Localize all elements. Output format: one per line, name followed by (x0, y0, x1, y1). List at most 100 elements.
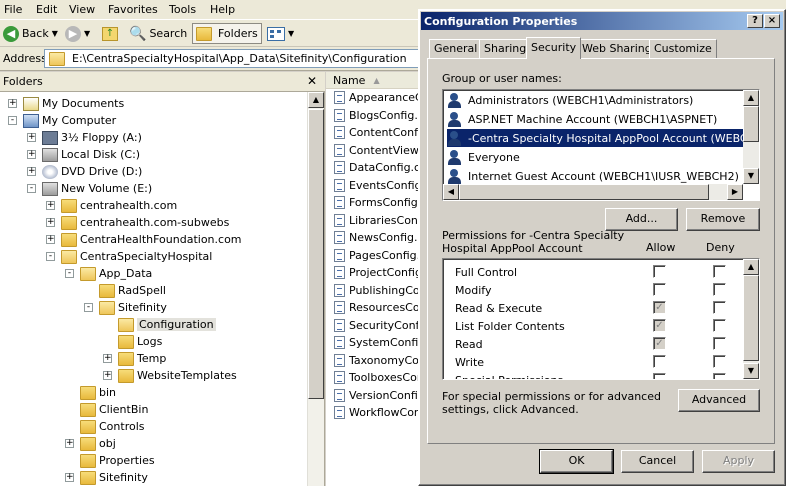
apply-button[interactable]: Apply (702, 450, 775, 473)
dialog-titlebar[interactable]: Configuration Properties ? × (421, 12, 783, 30)
tree-item[interactable]: + CentraHealthFoundation.com (46, 231, 242, 248)
user-list-item[interactable]: ASP.NET Machine Account (WEBCH1\ASPNET) (447, 110, 721, 128)
user-list-item[interactable]: Internet Guest Account (WEBCH1\IUSR_WEBC… (447, 167, 743, 185)
tree-item[interactable]: + WebsiteTemplates (103, 367, 237, 384)
deny-checkbox[interactable] (713, 301, 726, 314)
expand-icon[interactable]: + (46, 235, 55, 244)
menu-file[interactable]: File (4, 3, 22, 16)
permissions-vscrollbar[interactable]: ▲ ▼ (743, 259, 759, 379)
file-item[interactable]: PagesConfig.c (334, 247, 426, 264)
tree-item[interactable]: Properties (65, 452, 155, 469)
tree-item[interactable]: + obj (65, 435, 116, 452)
file-item[interactable]: EventsConfig. (334, 177, 425, 194)
tree-item[interactable]: - Sitefinity (84, 299, 167, 316)
collapse-icon[interactable]: - (46, 252, 55, 261)
file-item[interactable]: SecurityConfig (334, 317, 429, 334)
file-item[interactable]: SystemConfig (334, 334, 425, 351)
allow-checkbox[interactable]: ✓ (653, 337, 666, 350)
back-button[interactable]: ◀ Back ▼ (0, 23, 61, 44)
scroll-right-icon[interactable]: ▶ (727, 184, 743, 200)
menu-help[interactable]: Help (210, 3, 235, 16)
deny-checkbox[interactable] (713, 373, 726, 379)
close-button[interactable]: × (764, 14, 780, 28)
tree-item[interactable]: + centrahealth.com-subwebs (46, 214, 229, 231)
advanced-button[interactable]: Advanced (678, 389, 760, 412)
scroll-down-icon[interactable]: ▼ (743, 168, 759, 184)
scroll-thumb[interactable] (743, 106, 759, 142)
scroll-thumb[interactable] (743, 275, 759, 361)
expand-icon[interactable]: + (65, 439, 74, 448)
expand-icon[interactable]: + (46, 218, 55, 227)
collapse-icon[interactable]: - (84, 303, 93, 312)
tree-item[interactable]: - My Computer (8, 112, 116, 129)
tree-item[interactable]: ClientBin (65, 401, 148, 418)
allow-checkbox[interactable]: ✓ (653, 301, 666, 314)
expand-icon[interactable]: + (46, 201, 55, 210)
tree-item[interactable]: RadSpell (84, 282, 166, 299)
forward-button[interactable]: ▶ ▼ (62, 23, 93, 44)
ok-button[interactable]: OK (539, 449, 614, 474)
user-list-item[interactable]: Everyone (447, 148, 524, 166)
remove-button[interactable]: Remove (686, 208, 760, 231)
tab-general[interactable]: General (429, 39, 483, 58)
cancel-button[interactable]: Cancel (621, 450, 694, 473)
scroll-left-icon[interactable]: ◀ (443, 184, 459, 200)
file-item[interactable]: ContentConfig (334, 124, 428, 141)
folders-scrollbar[interactable]: ▲ (307, 92, 324, 486)
name-column-header[interactable]: Name ▲ (326, 72, 426, 89)
collapse-icon[interactable]: - (27, 184, 36, 193)
search-button[interactable]: 🔍 Search (126, 23, 190, 44)
allow-checkbox[interactable] (653, 265, 666, 278)
tree-item[interactable]: - App_Data (65, 265, 152, 282)
folders-button[interactable]: Folders (192, 23, 262, 44)
deny-checkbox[interactable] (713, 355, 726, 368)
file-item[interactable]: FormsConfig.c (334, 194, 427, 211)
views-button[interactable]: ▼ (264, 23, 297, 44)
tree-item[interactable]: + Local Disk (C:) (27, 146, 140, 163)
scroll-up-icon[interactable]: ▲ (743, 90, 759, 106)
tab-customize[interactable]: Customize (649, 39, 717, 58)
user-list-vscrollbar[interactable]: ▲ ▼ (743, 90, 759, 184)
file-item[interactable]: LibrariesConfi (334, 212, 425, 229)
tree-item[interactable]: Logs (103, 333, 162, 350)
file-item[interactable]: DataConfig.co (334, 159, 427, 176)
allow-checkbox[interactable] (653, 373, 666, 379)
expand-icon[interactable]: + (65, 473, 74, 482)
allow-checkbox[interactable] (653, 355, 666, 368)
user-list-item[interactable]: Administrators (WEBCH1\Administrators) (447, 91, 697, 109)
tab-security[interactable]: Security (526, 37, 582, 59)
menu-favorites[interactable]: Favorites (108, 3, 158, 16)
tree-item[interactable]: + DVD Drive (D:) (27, 163, 142, 180)
scroll-up-icon[interactable]: ▲ (308, 92, 324, 108)
help-button[interactable]: ? (747, 14, 763, 28)
tab-web-sharing[interactable]: Web Sharing (577, 39, 657, 58)
expand-icon[interactable]: + (27, 167, 36, 176)
menu-view[interactable]: View (69, 3, 95, 16)
tree-item[interactable]: Configuration (103, 316, 216, 333)
tab-sharing[interactable]: Sharing (479, 39, 532, 58)
expand-icon[interactable]: + (103, 354, 112, 363)
tree-item[interactable]: + Sitefinity (65, 469, 148, 486)
tree-item[interactable]: + centrahealth.com (46, 197, 177, 214)
user-list-hscrollbar[interactable]: ◀ ▶ (443, 184, 743, 200)
deny-checkbox[interactable] (713, 337, 726, 350)
collapse-icon[interactable]: - (8, 116, 17, 125)
collapse-icon[interactable]: - (65, 269, 74, 278)
expand-icon[interactable]: + (27, 133, 36, 142)
file-item[interactable]: ToolboxesCon (334, 369, 424, 386)
close-icon[interactable]: ✕ (307, 74, 317, 88)
tree-item[interactable]: bin (65, 384, 116, 401)
tree-item[interactable]: - CentraSpecialtyHospital (46, 248, 212, 265)
tree-item[interactable]: +3½ Floppy (A:) (27, 129, 142, 146)
tree-item[interactable]: Controls (65, 418, 145, 435)
tree-item[interactable]: - New Volume (E:) (27, 180, 152, 197)
user-list-item[interactable]: -Centra Specialty Hospital AppPool Accou… (447, 129, 759, 147)
allow-checkbox[interactable] (653, 283, 666, 296)
menu-tools[interactable]: Tools (169, 3, 196, 16)
expand-icon[interactable]: + (8, 99, 17, 108)
expand-icon[interactable]: + (103, 371, 112, 380)
file-item[interactable]: BlogsConfig.co (334, 107, 431, 124)
tree-item[interactable]: + Temp (103, 350, 166, 367)
scroll-up-icon[interactable]: ▲ (743, 259, 759, 275)
tree-item[interactable]: + My Documents (8, 95, 124, 112)
